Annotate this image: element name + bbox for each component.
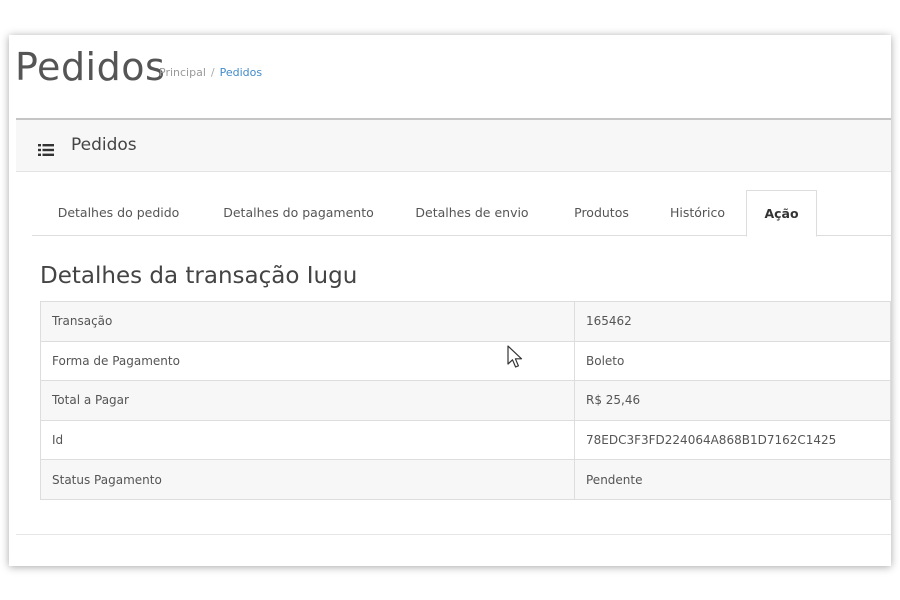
- table-row: Forma de Pagamento Boleto: [40, 340, 891, 382]
- box-header: Pedidos: [16, 120, 891, 172]
- list-icon: [38, 141, 54, 156]
- row-label: Total a Pagar: [40, 380, 575, 421]
- breadcrumb-current-link[interactable]: Pedidos: [220, 66, 263, 79]
- row-value: 165462: [574, 301, 891, 342]
- breadcrumb: Principal / Pedidos: [159, 66, 262, 79]
- row-label: Id: [40, 419, 575, 461]
- table-row: Transação 165462: [40, 301, 891, 342]
- table-row: Status Pagamento Pendente: [40, 459, 891, 500]
- breadcrumb-separator: /: [210, 66, 215, 79]
- tab-acao[interactable]: Ação: [746, 190, 817, 237]
- page-header: Pedidos Principal / Pedidos: [9, 35, 891, 119]
- tab-detalhes-de-envio[interactable]: Detalhes de envio: [392, 190, 552, 236]
- mouse-cursor-icon: [507, 345, 525, 371]
- row-value: Boleto: [574, 340, 891, 382]
- page-title: Pedidos: [15, 45, 166, 89]
- tab-produtos[interactable]: Produtos: [552, 190, 651, 236]
- table-row: Total a Pagar R$ 25,46: [40, 380, 891, 421]
- row-value: R$ 25,46: [574, 380, 891, 421]
- row-label: Transação: [40, 301, 575, 342]
- tab-detalhes-do-pagamento[interactable]: Detalhes do pagamento: [205, 190, 392, 236]
- breadcrumb-home-link[interactable]: Principal: [159, 66, 206, 79]
- row-value: Pendente: [574, 459, 891, 500]
- screenshot-frame: Pedidos Principal / Pedidos Pedidos Detalh…: [9, 35, 891, 566]
- row-label: Status Pagamento: [40, 459, 575, 500]
- transaction-details-table: Transação 165462 Forma de Pagamento Bole…: [40, 301, 891, 500]
- row-value: 78EDC3F3FD224064A868B1D7162C1425: [574, 419, 891, 461]
- orders-box: Pedidos Detalhes do pedido Detalhes do p…: [16, 118, 891, 535]
- table-row: Id 78EDC3F3FD224064A868B1D7162C1425: [40, 419, 891, 461]
- order-tabs: Detalhes do pedido Detalhes do pagamento…: [32, 190, 891, 237]
- tab-historico[interactable]: Histórico: [651, 190, 744, 236]
- row-label: Forma de Pagamento: [40, 340, 575, 382]
- tab-detalhes-do-pedido[interactable]: Detalhes do pedido: [32, 190, 205, 236]
- box-title: Pedidos: [71, 135, 137, 155]
- section-title: Detalhes da transação Iugu: [40, 263, 358, 289]
